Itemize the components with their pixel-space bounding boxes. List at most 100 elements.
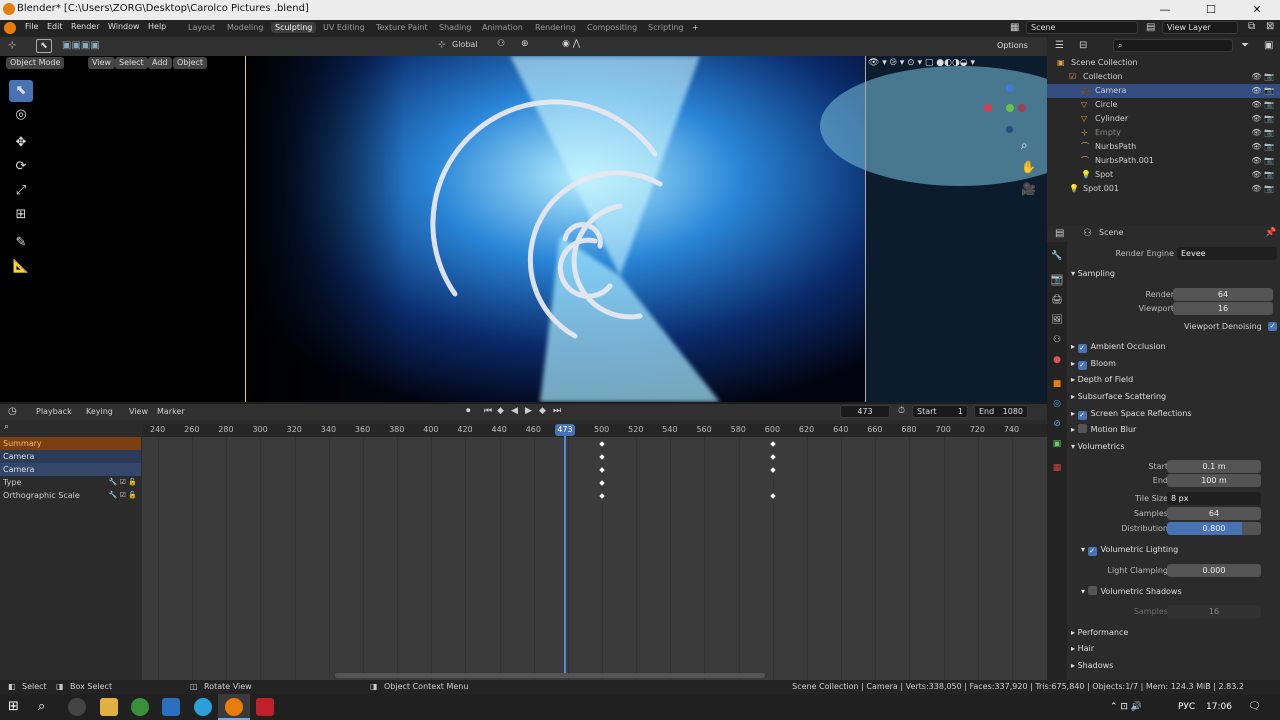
keyframe[interactable] — [597, 491, 607, 501]
tab-rendering[interactable]: Rendering — [531, 22, 580, 33]
snap-icon[interactable]: ⊕ — [521, 39, 529, 49]
tab-modeling[interactable]: Modeling — [223, 22, 267, 33]
zoom-icon[interactable]: ⌕ — [1021, 138, 1028, 153]
object-mode-dropdown[interactable]: Object Mode — [6, 57, 65, 69]
select-menu[interactable]: Select — [115, 57, 148, 69]
channel-toggle-icons[interactable]: 🔧 ☑ 🔓 — [109, 476, 137, 489]
depth-of-field-panel[interactable]: ▸ Depth of Field — [1071, 372, 1280, 387]
notifications-icon[interactable]: 🗨 — [1248, 694, 1261, 720]
pivot-icon[interactable]: ⚇ — [497, 39, 505, 49]
language-indicator[interactable]: РУС — [1178, 694, 1195, 720]
camera-view-icon[interactable]: 🎥 — [1021, 182, 1036, 196]
transform-tool-icon[interactable]: ⊞ — [9, 204, 33, 226]
preview-range-icon[interactable]: ⏱ — [898, 406, 905, 416]
object-tab-icon[interactable]: ■ — [1051, 378, 1063, 390]
volumetric-shadows-panel[interactable]: ▾ Volumetric Shadows — [1081, 584, 1280, 599]
keyframe[interactable] — [597, 478, 607, 488]
view-menu[interactable]: View — [88, 57, 115, 69]
keyframe-area[interactable] — [142, 437, 1047, 680]
outliner-row[interactable]: ▣ Scene Collection — [1047, 56, 1280, 70]
rotate-tool-icon[interactable]: ⟳ — [9, 156, 33, 178]
constraints-tab-icon[interactable]: ⊘ — [1051, 418, 1063, 430]
remove-view-layer-icon[interactable]: ⊠ — [1266, 21, 1274, 32]
visibility-toggle-icon[interactable]: 👁 📷 — [1251, 126, 1274, 140]
obs-app-icon[interactable] — [68, 698, 86, 716]
select-box-tool-icon[interactable]: ⬉ — [9, 80, 33, 102]
menu-render[interactable]: Render — [71, 22, 99, 31]
tab-sculpting[interactable]: Sculpting — [271, 22, 317, 33]
tab-texture-paint[interactable]: Texture Paint — [372, 22, 432, 33]
render-samples-field[interactable]: 64 — [1173, 288, 1273, 301]
render-engine-dropdown[interactable]: Eevee — [1177, 247, 1277, 260]
texture-tab-icon[interactable]: ▦ — [1051, 462, 1063, 474]
outliner-search-input[interactable]: ⌕ — [1113, 39, 1233, 52]
keyframe[interactable] — [768, 491, 778, 501]
new-view-layer-icon[interactable]: ⧉ — [1248, 21, 1255, 32]
end-frame-field[interactable]: End 1080 — [974, 405, 1028, 418]
filter-icon[interactable]: ⏷ — [1241, 40, 1249, 51]
ambient-occlusion-panel[interactable]: ▸ ✓ Ambient Occlusion — [1071, 339, 1280, 354]
outliner-row[interactable]: 💡 Spot.001 👁 📷 — [1047, 182, 1280, 196]
new-collection-icon[interactable]: ▣ — [1264, 40, 1273, 51]
viewport-denoising-row[interactable]: Viewport Denoising ✓ — [1071, 319, 1280, 334]
visibility-toggle-icon[interactable]: 👁 📷 — [1251, 154, 1274, 168]
tile-size-dropdown[interactable]: 8 px — [1167, 492, 1261, 505]
3d-viewport[interactable]: Object Mode View Select Add Object 👁 ▾ ⧁… — [0, 56, 1047, 402]
transform-orientation-dropdown[interactable]: Global — [452, 40, 478, 49]
jump-end-icon[interactable]: ⏭ — [553, 406, 561, 416]
proportional-edit-icon[interactable]: ◉ ⋀ — [562, 39, 580, 49]
object-data-tab-icon[interactable]: ▣ — [1051, 438, 1063, 450]
vol-samples-field[interactable]: 64 — [1167, 507, 1261, 520]
ambient-occlusion-checkbox[interactable]: ✓ — [1077, 344, 1087, 353]
clock[interactable]: 17:06 — [1206, 694, 1232, 720]
menu-window[interactable]: Window — [108, 22, 140, 31]
explorer-app-icon[interactable] — [100, 698, 118, 716]
viewport-samples-field[interactable]: 16 — [1173, 302, 1273, 315]
volumetric-lighting-checkbox[interactable]: ✓ — [1087, 547, 1097, 556]
outliner-row[interactable]: ▽ Circle 👁 📷 — [1047, 98, 1280, 112]
store-app-icon[interactable] — [162, 698, 180, 716]
gizmo-neg-x-icon[interactable] — [1018, 104, 1026, 112]
minimize-button[interactable]: — — [1142, 0, 1188, 20]
blender-menu-icon[interactable] — [4, 22, 16, 34]
timeline-scrollbar[interactable] — [335, 673, 765, 678]
shadows-panel[interactable]: ▸ Shadows — [1071, 658, 1280, 673]
subsurface-panel[interactable]: ▸ Subsurface Scattering — [1071, 389, 1280, 404]
scene-tab-icon[interactable]: ⚇ — [1051, 334, 1063, 346]
editor-type-icon[interactable]: ⊹ — [8, 40, 16, 51]
timeline-view-menu[interactable]: View — [129, 407, 148, 416]
tray-icons[interactable]: ⌃ ⊡ 🔊 — [1110, 694, 1142, 720]
display-mode-icon[interactable]: ⊟ — [1079, 40, 1087, 51]
tool-tab-icon[interactable]: 🔧 — [1051, 250, 1063, 262]
add-menu[interactable]: Add — [148, 57, 172, 69]
tab-layout[interactable]: Layout — [184, 22, 219, 33]
play-icon[interactable]: ▶ — [525, 406, 532, 416]
frame-ruler[interactable]: 2402602803003203403603804004204404604805… — [142, 424, 1047, 438]
bloom-checkbox[interactable]: ✓ — [1077, 361, 1087, 370]
gizmo-neg-z-icon[interactable] — [1006, 126, 1013, 133]
annotate-tool-icon[interactable]: ✎ — [9, 232, 33, 254]
properties-editor-icon[interactable]: ▤ — [1055, 228, 1064, 239]
ssr-panel[interactable]: ▸ ✓ Screen Space Reflections — [1071, 406, 1280, 421]
menu-help[interactable]: Help — [148, 22, 166, 31]
distribution-slider[interactable]: 0.800 — [1167, 522, 1261, 535]
start-frame-field[interactable]: Start 1 — [912, 405, 968, 418]
visibility-toggle-icon[interactable]: 👁 📷 — [1251, 70, 1274, 84]
view-layer-icon[interactable]: ▤ — [1146, 22, 1155, 33]
scene-browse-icon[interactable]: ▦ — [1010, 22, 1019, 33]
outliner-row[interactable]: ☑ Collection 👁 📷 — [1047, 70, 1280, 84]
channel-summary[interactable]: Summary — [0, 437, 141, 450]
chrome-app-icon[interactable] — [131, 698, 149, 716]
gizmo-z-icon[interactable] — [1006, 84, 1014, 92]
hair-panel[interactable]: ▸ Hair — [1071, 641, 1280, 656]
playhead[interactable] — [564, 424, 566, 674]
gizmo-x-icon[interactable] — [984, 104, 992, 112]
options-dropdown[interactable]: Options — [993, 40, 1032, 52]
channel-prop[interactable]: Type 🔧 ☑ 🔓 — [0, 476, 141, 489]
outliner-row[interactable]: ⊹ Empty 👁 📷 — [1047, 126, 1280, 140]
ssr-checkbox[interactable]: ✓ — [1077, 411, 1087, 420]
render-tab-icon[interactable]: 📷 — [1051, 274, 1063, 286]
record-button[interactable]: ⏺ — [466, 406, 471, 416]
cursor-tool-icon[interactable]: ◎ — [9, 104, 33, 126]
view-layer-tab-icon[interactable]: 🖼 — [1051, 314, 1063, 326]
